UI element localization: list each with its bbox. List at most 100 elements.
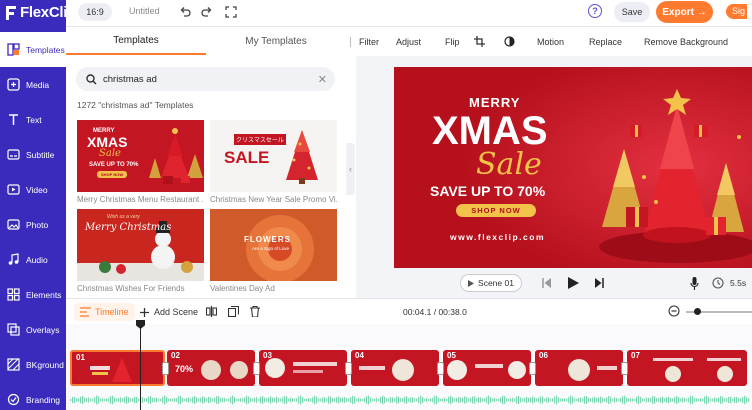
sidebar-item-label: Templates	[26, 44, 65, 55]
template-thumb-xmas-sale[interactable]: MERRY XMAS Sale SAVE UP TO 70% SHOP NOW	[77, 120, 204, 192]
templates-panel: Templates My Templates christmas ad ✕ 12…	[66, 26, 346, 298]
template-caption: Valentines Day Ad	[210, 284, 275, 293]
tab-my-templates[interactable]: My Templates	[206, 27, 346, 55]
crop-icon[interactable]	[474, 36, 485, 50]
timeline-toggle-button[interactable]: Timeline	[74, 303, 135, 321]
branding-icon	[2, 393, 24, 406]
scene-clip[interactable]: 07	[627, 350, 747, 386]
playhead-line[interactable]	[140, 322, 141, 410]
plus-icon	[140, 307, 149, 317]
duplicate-icon[interactable]	[227, 305, 240, 320]
elements-icon	[2, 288, 24, 301]
delete-icon[interactable]	[250, 305, 260, 320]
aspect-ratio-button[interactable]: 16:9	[78, 3, 112, 21]
search-icon	[86, 73, 97, 85]
play-icon[interactable]	[568, 277, 579, 292]
timeline-toolbar: Timeline Add Scene 00:04.1 / 00:38.0	[66, 298, 752, 324]
help-icon[interactable]: ?	[588, 4, 602, 18]
sidebar-item-templates[interactable]: Templates	[0, 32, 66, 67]
adjust-button[interactable]: Adjust	[396, 37, 421, 47]
scene-selector[interactable]: Scene 01	[460, 274, 522, 292]
play-small-icon	[468, 279, 475, 287]
sidebar-item-photo[interactable]: Photo	[0, 207, 66, 242]
microphone-icon[interactable]	[690, 277, 699, 293]
fullscreen-icon[interactable]	[224, 4, 238, 20]
add-scene-button[interactable]: Add Scene	[140, 303, 198, 321]
sidebar-item-elements[interactable]: Elements	[0, 277, 66, 312]
previous-scene-icon[interactable]	[542, 278, 552, 291]
canvas-discount-text[interactable]: SAVE UP TO 70%	[430, 183, 545, 199]
scene-clip[interactable]: 05	[443, 350, 531, 386]
sidebar-item-overlays[interactable]: Overlays	[0, 312, 66, 347]
canvas-shop-now-button[interactable]: SHOP NOW	[456, 204, 536, 217]
scene-clip[interactable]: 03	[259, 350, 347, 386]
sidebar-item-background[interactable]: BKground	[0, 347, 66, 382]
text-icon	[2, 113, 24, 126]
template-caption: Christmas New Year Sale Promo Vi...	[210, 195, 337, 204]
motion-button[interactable]: Motion	[537, 37, 564, 47]
redo-icon[interactable]	[200, 4, 214, 20]
edit-toolbar: Filter Adjust Flip Motion Replace Remove…	[346, 26, 752, 56]
template-caption: Christmas Wishes For Friends	[77, 284, 185, 293]
canvas-sale-text[interactable]: Sale	[476, 147, 542, 182]
background-icon	[2, 358, 24, 371]
sidebar-item-audio[interactable]: Audio	[0, 242, 66, 277]
scene-clip[interactable]: 06	[535, 350, 623, 386]
photo-icon	[2, 218, 24, 231]
canvas-merry-text[interactable]: MERRY	[469, 95, 520, 110]
scene-clip[interactable]: 01	[70, 350, 165, 386]
template-count: 1272 "christmas ad" Templates	[77, 100, 194, 110]
video-icon	[2, 183, 24, 196]
template-thumb-valentines[interactable]: FLOWERS Are a Sign of Love	[210, 209, 337, 281]
tab-templates[interactable]: Templates	[66, 27, 206, 55]
filter-button[interactable]: Filter	[359, 37, 379, 47]
playback-time: 00:04.1 / 00:38.0	[403, 307, 467, 317]
subtitle-icon	[2, 148, 24, 161]
chevron-left-icon: ‹	[349, 164, 352, 174]
transition-handle[interactable]	[621, 362, 628, 375]
opacity-icon[interactable]	[504, 36, 515, 50]
template-search-input[interactable]: christmas ad ✕	[76, 67, 335, 91]
transition-handle[interactable]	[529, 362, 536, 375]
top-bar: 16:9 Untitled ? Save Export → Sig	[66, 0, 752, 26]
transition-handle[interactable]	[345, 362, 352, 375]
transition-handle[interactable]	[253, 362, 260, 375]
template-caption: Merry Christmas Menu Restaurant ...	[77, 195, 204, 204]
sidebar-item-branding[interactable]: Branding	[0, 382, 66, 410]
template-thumb-new-year-sale[interactable]: クリスマスセール SALE	[210, 120, 337, 192]
next-scene-icon[interactable]	[594, 278, 604, 291]
media-icon	[2, 78, 24, 91]
duration-clock-icon	[712, 277, 724, 292]
video-canvas[interactable]: MERRY XMAS Sale SAVE UP TO 70% SHOP NOW …	[394, 67, 752, 268]
remove-background-button[interactable]: Remove Background	[644, 37, 728, 47]
replace-button[interactable]: Replace	[589, 37, 622, 47]
templates-icon	[2, 43, 24, 56]
transition-handle[interactable]	[437, 362, 444, 375]
sidebar-item-subtitle[interactable]: Subtitle	[0, 137, 66, 172]
undo-icon[interactable]	[178, 4, 192, 20]
scene-duration[interactable]: 5.5s	[730, 278, 746, 288]
flip-button[interactable]: Flip	[445, 37, 460, 47]
project-title[interactable]: Untitled	[129, 6, 160, 16]
sidebar-item-media[interactable]: Media	[0, 67, 66, 102]
scene-clip[interactable]: 02 70%	[167, 350, 255, 386]
export-button[interactable]: Export →	[656, 1, 713, 23]
collapse-panel-button[interactable]: ‹	[346, 143, 355, 195]
audio-track-waveform[interactable]	[70, 394, 752, 406]
toolbar-divider	[350, 37, 351, 47]
save-button[interactable]: Save	[614, 2, 650, 22]
zoom-out-icon[interactable]	[668, 305, 680, 320]
template-thumb-christmas-wishes[interactable]: Wish us a very Merry Christmas	[77, 209, 204, 281]
sidebar-item-video[interactable]: Video	[0, 172, 66, 207]
scene-clip[interactable]: 04	[351, 350, 439, 386]
sign-in-button[interactable]: Sig	[726, 4, 748, 19]
svg-text:70%: 70%	[175, 364, 193, 374]
audio-icon	[2, 253, 24, 266]
canvas-url-text[interactable]: www.flexclip.com	[450, 232, 545, 242]
split-icon[interactable]	[205, 306, 218, 320]
timeline-icon	[80, 307, 91, 317]
zoom-slider-handle[interactable]	[694, 308, 701, 315]
clear-search-icon[interactable]: ✕	[318, 73, 327, 86]
transition-handle[interactable]	[162, 362, 169, 375]
sidebar-item-text[interactable]: Text	[0, 102, 66, 137]
